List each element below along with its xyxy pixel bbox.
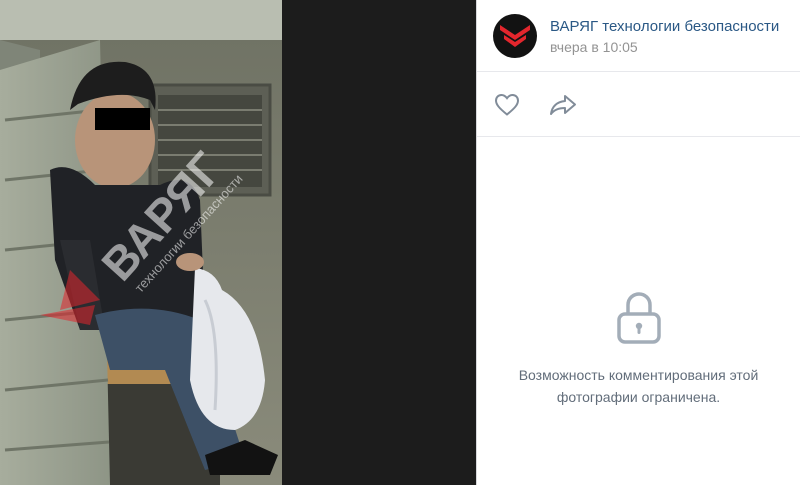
author-avatar[interactable] <box>493 14 537 58</box>
post-timestamp[interactable]: вчера в 10:05 <box>550 39 638 55</box>
post-actions <box>477 72 800 137</box>
post-side-panel: ВАРЯГ технологии безопасности вчера в 10… <box>477 0 800 485</box>
share-button[interactable] <box>549 92 577 118</box>
lock-icon <box>615 290 663 346</box>
share-arrow-icon <box>550 95 576 115</box>
restricted-text-line2: фотографии ограничена. <box>556 389 721 405</box>
heart-icon <box>494 93 520 116</box>
post-header: ВАРЯГ технологии безопасности вчера в 10… <box>477 0 800 72</box>
chevron-logo-icon <box>500 25 530 47</box>
post-photo[interactable]: ВАРЯГ технологии безопасности <box>0 0 476 485</box>
post-author-name[interactable]: ВАРЯГ технологии безопасности <box>550 18 779 35</box>
restricted-text-line1: Возможность комментирования этой <box>518 367 759 383</box>
photo-scene: ВАРЯГ технологии безопасности <box>0 0 476 485</box>
comments-restricted-notice: Возможность комментирования этой фотогра… <box>477 290 800 408</box>
like-button[interactable] <box>493 92 521 118</box>
